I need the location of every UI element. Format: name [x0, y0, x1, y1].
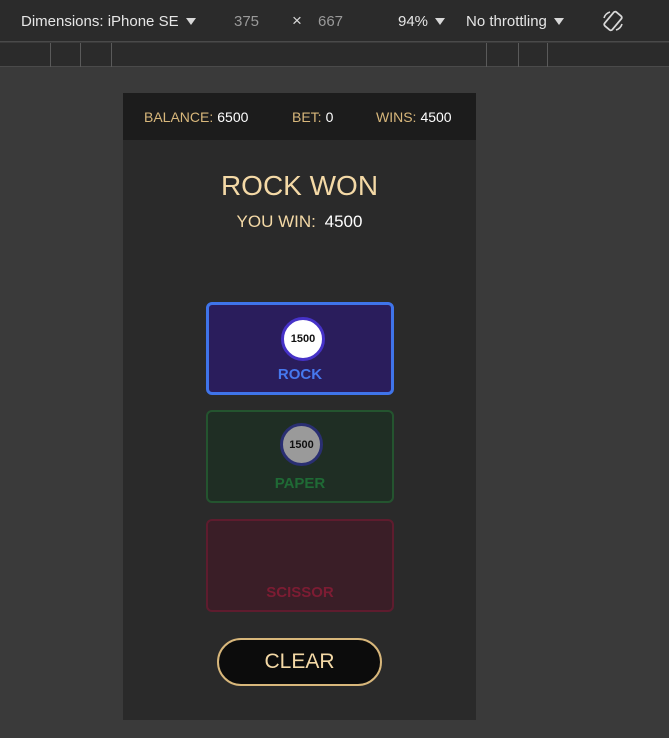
paper-choice-button[interactable]: 1500 PAPER [206, 410, 394, 503]
height-input[interactable]: 667 [318, 0, 343, 42]
you-win-label: YOU WIN: [236, 212, 316, 231]
ruler-tick [518, 43, 519, 67]
rock-label: ROCK [277, 366, 323, 383]
ruler-tick [486, 43, 487, 67]
width-input[interactable]: 375 [234, 0, 259, 42]
media-query-ruler [0, 43, 669, 67]
balance-stat: BALANCE: 6500 [144, 93, 248, 140]
throttling-select[interactable]: No throttling [466, 0, 564, 42]
chevron-down-icon [435, 17, 446, 25]
wins-stat: WINS: 4500 [376, 93, 452, 140]
device-viewport: BALANCE: 6500 BET: 0 WINS: 4500 ROCK WON… [123, 93, 476, 720]
rotate-icon [603, 10, 623, 32]
you-win-value: 4500 [324, 212, 363, 231]
bet-label: BET: [292, 108, 322, 125]
ruler-tick [111, 43, 112, 67]
balance-label: BALANCE: [144, 108, 214, 125]
devtools-toolbar: Dimensions: iPhone SE 375 × 667 94% No t… [0, 0, 669, 42]
bet-stat: BET: 0 [292, 93, 333, 140]
bet-value: 0 [325, 108, 334, 125]
chevron-down-icon [185, 17, 196, 25]
stats-bar: BALANCE: 6500 BET: 0 WINS: 4500 [123, 93, 476, 140]
device-dimensions-select[interactable]: Dimensions: iPhone SE [21, 0, 196, 42]
scissor-choice-button[interactable]: SCISSOR [206, 519, 394, 612]
paper-label: PAPER [274, 475, 326, 492]
ruler-tick [80, 43, 81, 67]
bet-chip: 1500 [281, 317, 325, 361]
rock-choice-button[interactable]: 1500 ROCK [206, 302, 394, 395]
clear-button[interactable]: CLEAR [217, 638, 382, 686]
scissor-label: SCISSOR [266, 584, 334, 601]
zoom-label: 94% [398, 12, 429, 30]
throttling-label: No throttling [466, 12, 547, 30]
times-label: × [292, 11, 302, 30]
chevron-down-icon [553, 17, 564, 25]
wins-label: WINS: [376, 108, 417, 125]
zoom-select[interactable]: 94% [398, 0, 446, 42]
result-title: ROCK WON [220, 170, 379, 201]
balance-value: 6500 [217, 108, 249, 125]
ruler-tick [547, 43, 548, 67]
wins-value: 4500 [420, 108, 452, 125]
ruler-tick [50, 43, 51, 67]
dimensions-label: Dimensions: iPhone SE [21, 12, 179, 30]
rotate-button[interactable] [601, 0, 625, 42]
bet-chip: 1500 [280, 423, 323, 466]
you-win-line: YOU WIN: 4500 [123, 212, 476, 232]
